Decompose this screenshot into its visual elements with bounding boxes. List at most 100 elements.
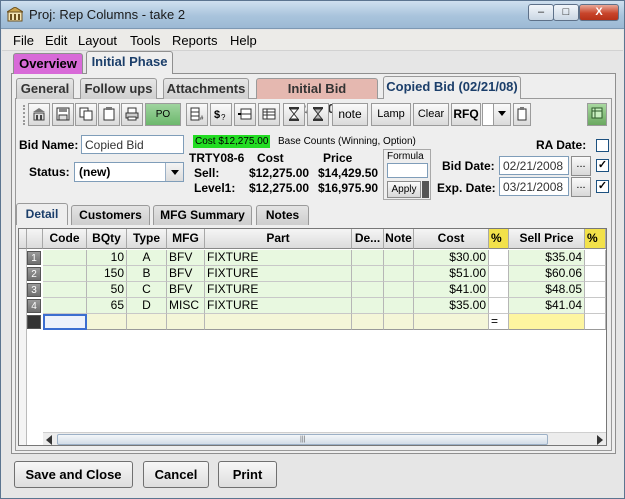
grid-cell-cost[interactable]: $41.00: [414, 282, 489, 298]
bid-name-field[interactable]: Copied Bid: [81, 135, 184, 154]
new-row-cell-note[interactable]: [384, 314, 414, 330]
price-question-icon[interactable]: $?: [210, 103, 232, 126]
new-row-cell-type[interactable]: [127, 314, 167, 330]
new-row-cell-costpct[interactable]: =: [489, 314, 509, 330]
toolbar-grip[interactable]: [23, 105, 27, 125]
grid-cell-part[interactable]: FIXTURE: [205, 298, 352, 314]
col-header-bqty[interactable]: BQty: [87, 229, 127, 249]
bid-date-picker-button[interactable]: ...: [571, 156, 591, 176]
tab-follow-ups[interactable]: Follow ups: [80, 78, 157, 99]
print-icon[interactable]: [121, 103, 143, 126]
grid-cell-note[interactable]: [384, 298, 414, 314]
tab-overview[interactable]: Overview: [13, 53, 83, 74]
po-icon[interactable]: PO: [145, 103, 181, 126]
new-row-cell-sellpct[interactable]: [585, 314, 606, 330]
grid-cell-code[interactable]: [43, 298, 87, 314]
row-number[interactable]: 3: [27, 283, 41, 297]
menu-help[interactable]: Help: [230, 33, 257, 48]
chevron-down-icon[interactable]: [493, 103, 511, 126]
grid-cell-part[interactable]: FIXTURE: [205, 282, 352, 298]
scroll-thumb[interactable]: |||: [57, 434, 548, 445]
minimize-button[interactable]: –: [528, 4, 554, 21]
grid-cell-mfg[interactable]: BFV: [167, 266, 205, 282]
cancel-button[interactable]: Cancel: [143, 461, 209, 488]
clipboard-icon[interactable]: [98, 103, 120, 126]
grid-cell-bqty[interactable]: 10: [87, 250, 127, 266]
grid-cell-mfg[interactable]: BFV: [167, 250, 205, 266]
col-header-code[interactable]: Code: [43, 229, 87, 249]
horizontal-scrollbar[interactable]: |||: [43, 432, 606, 445]
grid-cell-cost[interactable]: $35.00: [414, 298, 489, 314]
hourglass-filter-icon[interactable]: [307, 103, 329, 126]
status-select[interactable]: (new): [74, 162, 184, 182]
grid-cell-part[interactable]: FIXTURE: [205, 266, 352, 282]
grid-cell-type[interactable]: B: [127, 266, 167, 282]
menu-edit[interactable]: Edit: [45, 33, 67, 48]
row-number[interactable]: 1: [27, 251, 41, 265]
note-button[interactable]: note: [332, 103, 368, 126]
hierarchy-icon[interactable]: [28, 103, 50, 126]
grid-cell-code[interactable]: [43, 282, 87, 298]
new-row-cell-part[interactable]: [205, 314, 352, 330]
col-header-cost-pct[interactable]: %: [489, 229, 509, 249]
grid-cell-mfg[interactable]: BFV: [167, 282, 205, 298]
grid-cell-desc[interactable]: [352, 266, 384, 282]
scroll-right-icon[interactable]: [596, 435, 604, 445]
grid-cell-bqty[interactable]: 65: [87, 298, 127, 314]
grid-cell-sell[interactable]: $35.04: [509, 250, 585, 266]
col-header-description[interactable]: De...: [352, 229, 384, 249]
exp-date-field[interactable]: 03/21/2008: [499, 177, 569, 196]
new-row-cell-sell[interactable]: [509, 314, 585, 330]
grid-cell-mfg[interactable]: MISC: [167, 298, 205, 314]
title-bar[interactable]: Proj: Rep Columns - take 2 – □ X: [1, 1, 624, 29]
tab-initial-bid[interactable]: Initial Bid (02/21/08): [256, 78, 378, 116]
col-header-part[interactable]: Part: [205, 229, 352, 249]
menu-reports[interactable]: Reports: [172, 33, 218, 48]
tab-initial-phase[interactable]: Initial Phase: [86, 51, 173, 74]
print-button[interactable]: Print: [218, 461, 277, 488]
tab-customers[interactable]: Customers: [71, 205, 150, 225]
col-header-type[interactable]: Type: [127, 229, 167, 249]
grid-cell-bqty[interactable]: 50: [87, 282, 127, 298]
grid-cell-sellpct[interactable]: [585, 298, 606, 314]
grid-cell-costpct[interactable]: [489, 298, 509, 314]
grid-cell-note[interactable]: [384, 266, 414, 282]
col-header-mfg[interactable]: MFG: [167, 229, 205, 249]
copy-icon[interactable]: [75, 103, 97, 126]
grid-cell-cost[interactable]: $30.00: [414, 250, 489, 266]
grid-cell-type[interactable]: C: [127, 282, 167, 298]
insert-row-icon[interactable]: [234, 103, 256, 126]
maximize-button[interactable]: □: [553, 4, 579, 21]
grid-cell-cost[interactable]: $51.00: [414, 266, 489, 282]
apply-button[interactable]: Apply: [387, 181, 421, 198]
new-row-cell-desc[interactable]: [352, 314, 384, 330]
grid-cell-sell[interactable]: $60.06: [509, 266, 585, 282]
new-row-cell-mfg[interactable]: [167, 314, 205, 330]
grid-cell-costpct[interactable]: [489, 266, 509, 282]
grid-cell-sellpct[interactable]: [585, 250, 606, 266]
col-header-cost[interactable]: Cost: [414, 229, 489, 249]
menu-tools[interactable]: Tools: [130, 33, 160, 48]
clear-button[interactable]: Clear: [413, 103, 449, 126]
lamp-button[interactable]: Lamp: [371, 103, 411, 126]
col-header-sell-pct[interactable]: %: [585, 229, 606, 249]
chevron-down-icon[interactable]: [165, 163, 183, 181]
grid-cell-note[interactable]: [384, 250, 414, 266]
tab-mfg-summary[interactable]: MFG Summary: [153, 205, 252, 225]
grid-cell-sell[interactable]: $41.04: [509, 298, 585, 314]
tab-notes[interactable]: Notes: [256, 205, 309, 225]
bid-date-checkbox[interactable]: ✓: [596, 159, 609, 172]
row-number[interactable]: 2: [27, 267, 41, 281]
column-icon[interactable]: #: [186, 103, 208, 126]
grid-cell-costpct[interactable]: [489, 250, 509, 266]
apply-dropdown[interactable]: [422, 181, 429, 198]
bid-date-field[interactable]: 02/21/2008: [499, 156, 569, 175]
grid-cell-note[interactable]: [384, 282, 414, 298]
grid-cell-bqty[interactable]: 150: [87, 266, 127, 282]
grid-cell-part[interactable]: FIXTURE: [205, 250, 352, 266]
grid-cell-costpct[interactable]: [489, 282, 509, 298]
exp-date-picker-button[interactable]: ...: [571, 177, 591, 197]
new-row-cell-cost[interactable]: [414, 314, 489, 330]
grid-corner-cell[interactable]: [27, 229, 43, 249]
clipboard-small-icon[interactable]: [513, 103, 531, 126]
